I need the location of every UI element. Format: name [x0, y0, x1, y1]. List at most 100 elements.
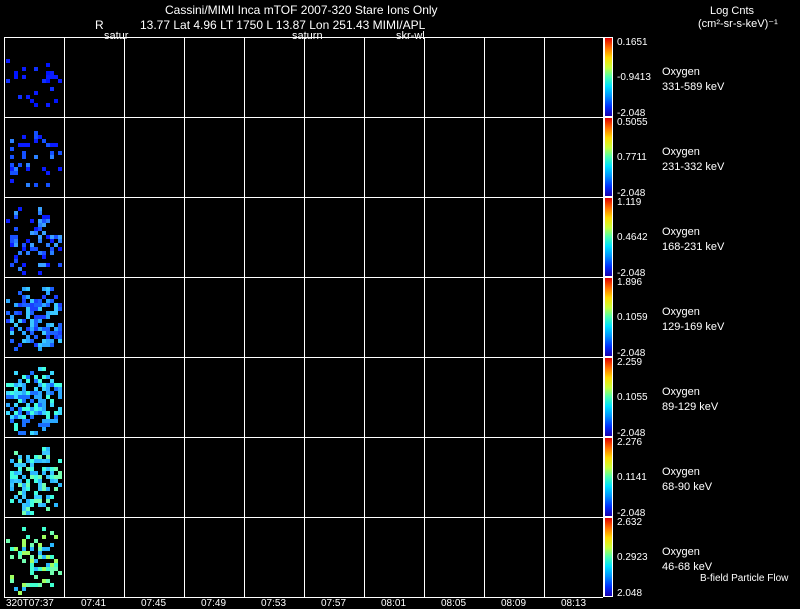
data-pixel: [14, 347, 18, 351]
data-pixel: [38, 347, 42, 351]
units-title: Log Cnts: [710, 5, 755, 17]
x-tick-label: 07:45: [141, 598, 167, 609]
data-pixel: [50, 155, 54, 159]
data-pixel: [10, 331, 14, 335]
data-pixel: [6, 59, 10, 63]
colorbar-mid-label: 0.4642: [617, 232, 648, 243]
grid-vline: [4, 37, 5, 597]
x-tick-label: 07:49: [201, 598, 227, 609]
energy-range-label: 129-169 keV: [662, 321, 725, 333]
data-pixel: [18, 311, 22, 315]
data-pixel: [34, 139, 38, 143]
data-pixel: [50, 571, 54, 575]
data-pixel: [30, 503, 34, 507]
data-pixel: [34, 183, 38, 187]
colorbar-max-label: 0.1651: [617, 37, 648, 48]
data-pixel: [10, 263, 14, 267]
species-label: Oxygen: [662, 66, 700, 78]
data-pixel: [50, 495, 54, 499]
data-pixel: [46, 79, 50, 83]
colorbar-mid-label: 0.1141: [617, 472, 647, 483]
x-tick-label: 08:05: [441, 598, 467, 609]
data-pixel: [10, 579, 14, 583]
data-pixel: [58, 339, 62, 343]
data-pixel: [6, 539, 10, 543]
data-pixel: [38, 307, 42, 311]
data-pixel: [18, 163, 22, 167]
colorbar-min-label: 2.048: [617, 588, 643, 599]
data-pixel: [58, 307, 62, 311]
data-pixel: [6, 219, 10, 223]
species-label: Oxygen: [662, 146, 700, 158]
data-pixel: [18, 207, 22, 211]
colorbar-max-label: 2.276: [617, 437, 643, 448]
data-pixel: [54, 143, 58, 147]
grid-vline: [544, 37, 545, 597]
data-pixel: [10, 555, 14, 559]
data-pixel: [6, 79, 10, 83]
grid-vline: [424, 37, 425, 597]
data-pixel: [46, 303, 50, 307]
data-pixel: [18, 343, 22, 347]
data-pixel: [34, 67, 38, 71]
data-pixel: [34, 91, 38, 95]
data-pixel: [26, 535, 30, 539]
data-pixel: [22, 527, 26, 531]
data-pixel: [46, 423, 50, 427]
energy-range-label: 231-332 keV: [662, 161, 725, 173]
data-pixel: [58, 151, 62, 155]
data-pixel: [22, 67, 26, 71]
data-pixel: [50, 391, 54, 395]
data-pixel: [18, 591, 22, 595]
data-pixel: [22, 263, 26, 267]
data-pixel: [6, 299, 10, 303]
species-label: Oxygen: [662, 226, 700, 238]
data-pixel: [14, 227, 18, 231]
data-pixel: [50, 543, 54, 547]
grid-vline: [64, 37, 65, 597]
data-pixel: [54, 419, 58, 423]
data-pixel: [58, 395, 62, 399]
grid-vline: [484, 37, 485, 597]
energy-range-label: 89-129 keV: [662, 401, 719, 413]
data-pixel: [46, 63, 50, 67]
data-pixel: [38, 583, 42, 587]
data-pixel: [22, 559, 26, 563]
data-pixel: [18, 251, 22, 255]
data-pixel: [22, 587, 26, 591]
data-pixel: [22, 423, 26, 427]
data-pixel: [46, 547, 50, 551]
x-tick-label: 07:41: [81, 598, 107, 609]
data-pixel: [38, 319, 42, 323]
data-pixel: [10, 147, 14, 151]
data-pixel: [58, 411, 62, 415]
data-pixel: [30, 415, 34, 419]
grid-vline: [364, 37, 365, 597]
data-pixel: [42, 255, 46, 259]
colorbar: [604, 357, 613, 437]
data-pixel: [42, 223, 46, 227]
data-pixel: [46, 183, 50, 187]
data-pixel: [58, 475, 62, 479]
data-pixel: [42, 535, 46, 539]
data-pixel: [54, 487, 58, 491]
plot-title: Cassini/MIMI Inca mTOF 2007-320 Stare Io…: [165, 3, 438, 17]
species-label: Oxygen: [662, 386, 700, 398]
energy-range-label: 46-68 keV: [662, 561, 713, 573]
data-pixel: [10, 499, 14, 503]
data-pixel: [38, 239, 42, 243]
data-pixel: [30, 511, 34, 515]
colorbar-mid-label: 0.2923: [617, 552, 648, 563]
data-pixel: [26, 487, 30, 491]
data-pixel: [46, 103, 50, 107]
data-pixel: [50, 343, 54, 347]
grid-hline: [4, 117, 603, 118]
data-pixel: [58, 79, 62, 83]
x-tick-label: 320T07:37: [6, 598, 54, 609]
data-pixel: [22, 319, 26, 323]
data-pixel: [46, 315, 50, 319]
data-pixel: [10, 339, 14, 343]
energy-range-label: 168-231 keV: [662, 241, 725, 253]
data-pixel: [58, 483, 62, 487]
energy-range-label: 331-589 keV: [662, 81, 725, 93]
